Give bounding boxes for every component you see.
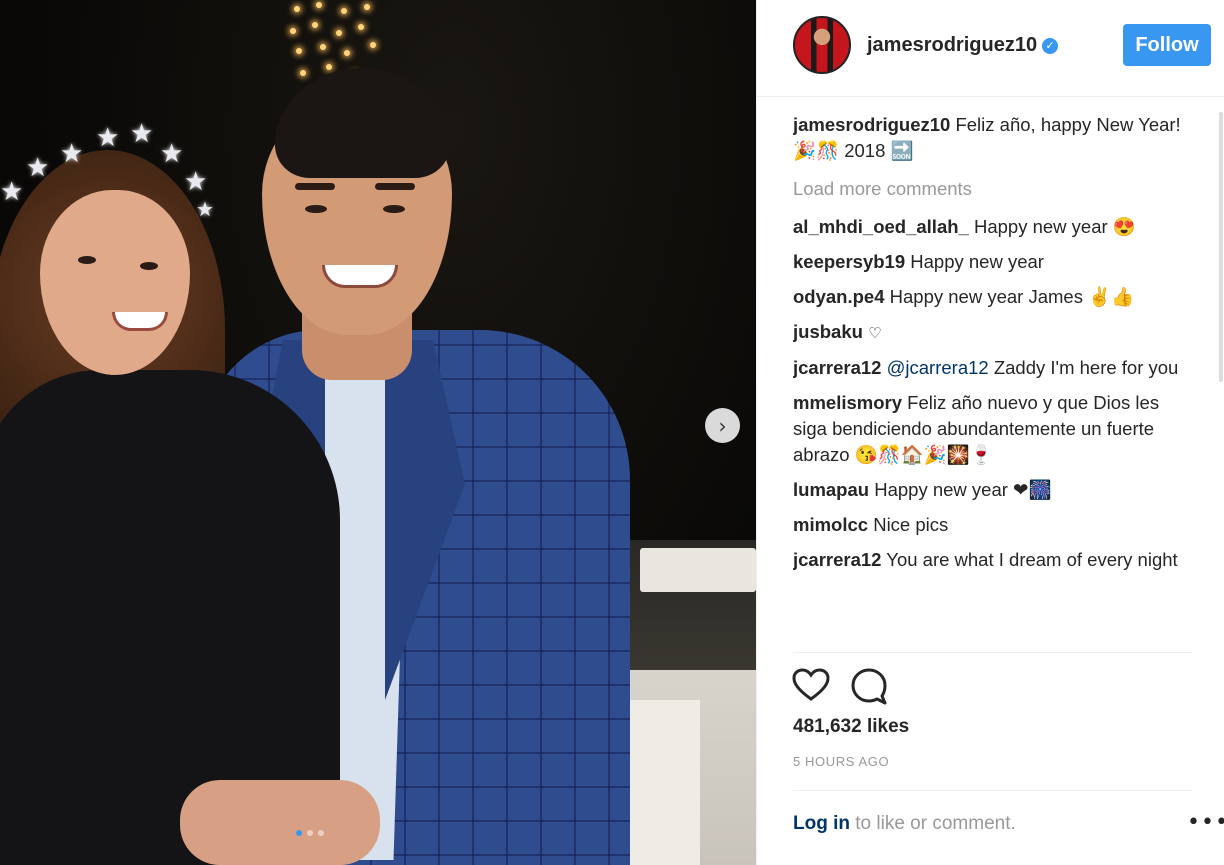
comment-item: mmelismory Feliz año nuevo y que Dios le… (793, 390, 1193, 468)
comments-list[interactable]: jamesrodriguez10 Feliz año, happy New Ye… (793, 112, 1193, 652)
login-prompt-text: to like or comment. (849, 813, 1016, 834)
carousel-dots (296, 830, 324, 836)
comment-item: jcarrera12 You are what I dream of every… (793, 547, 1193, 573)
comment-username[interactable]: jusbaku (793, 321, 863, 342)
comment-item: lumapau Happy new year ❤🎆 (793, 477, 1193, 503)
man-eye-left (305, 205, 327, 213)
carousel-dot-active (296, 830, 302, 836)
comment-text: Happy new year (910, 251, 1044, 272)
comment-username[interactable]: mimolcc (793, 514, 868, 535)
comment-text: You are what I dream of every night (886, 549, 1178, 570)
divider (793, 652, 1193, 653)
avatar[interactable] (793, 16, 851, 74)
comment-item: odyan.pe4 Happy new year James ✌👍 (793, 284, 1193, 310)
more-options-icon[interactable]: ••• (1187, 810, 1224, 835)
comment-username[interactable]: jcarrera12 (793, 357, 881, 378)
comment-username[interactable]: lumapau (793, 479, 869, 500)
post-caption: jamesrodriguez10 Feliz año, happy New Ye… (793, 112, 1193, 164)
hands (180, 780, 380, 865)
man-smile (322, 265, 398, 288)
comment-text: Happy new year James ✌👍 (889, 286, 1135, 307)
login-link[interactable]: Log in (793, 813, 850, 834)
comment-item: keepersyb19 Happy new year (793, 249, 1193, 275)
comment-username[interactable]: jcarrera12 (793, 549, 881, 570)
caption-username[interactable]: jamesrodriguez10 (793, 114, 950, 135)
post-photo[interactable]: ★ ★ ★ ★ ★ ★ ★ ★ › (0, 0, 756, 865)
comments-scrollbar[interactable] (1219, 112, 1223, 382)
divider (793, 790, 1193, 791)
chevron-right-icon[interactable]: › (705, 408, 740, 443)
username-text[interactable]: jamesrodriguez10 (867, 34, 1037, 56)
post-header: jamesrodriguez10 ✓ Follow (757, 0, 1224, 97)
comment-username[interactable]: keepersyb19 (793, 251, 905, 272)
comment-text: Happy new year ❤🎆 (874, 479, 1052, 500)
login-prompt: Log in to like or comment. (793, 813, 1016, 835)
man-brow-left (295, 183, 335, 190)
comment-text: Nice pics (873, 514, 949, 535)
star-crown: ★ ★ ★ ★ ★ ★ ★ ★ (0, 119, 214, 221)
heart-icon[interactable] (791, 666, 831, 706)
comment-item: mimolcc Nice pics (793, 512, 1193, 538)
post-timestamp[interactable]: 5 HOURS AGO (793, 754, 889, 769)
header-username[interactable]: jamesrodriguez10 ✓ (867, 34, 1059, 57)
background-step (640, 548, 756, 592)
carousel-dot (318, 830, 324, 836)
man-brow-right (375, 183, 415, 190)
comment-username[interactable]: al_mhdi_oed_allah_ (793, 216, 969, 237)
comment-text: Happy new year 😍 (973, 216, 1136, 237)
follow-button[interactable]: Follow (1123, 24, 1211, 66)
comment-item: al_mhdi_oed_allah_ Happy new year 😍 (793, 214, 1193, 240)
girl-eye-right (140, 262, 158, 270)
girl-eye-left (78, 256, 96, 264)
load-more-comments-link[interactable]: Load more comments (793, 176, 1193, 202)
comment-username[interactable]: odyan.pe4 (793, 286, 885, 307)
comment-text: ♡ (868, 324, 882, 342)
post-sidebar: jamesrodriguez10 ✓ Follow jamesrodriguez1… (756, 0, 1224, 865)
man-eye-right (383, 205, 405, 213)
comment-text: Zaddy I'm here for you (988, 357, 1179, 378)
comment-username[interactable]: mmelismory (793, 392, 902, 413)
comment-item: jusbaku ♡ (793, 319, 1193, 346)
comment-icon[interactable] (849, 666, 889, 706)
carousel-dot (307, 830, 313, 836)
likes-count[interactable]: 481,632 likes (793, 716, 909, 738)
comment-mention-link[interactable]: @jcarrera12 (887, 357, 989, 378)
verified-badge-icon: ✓ (1042, 37, 1059, 54)
comment-item: jcarrera12 @jcarrera12 Zaddy I'm here fo… (793, 355, 1193, 381)
